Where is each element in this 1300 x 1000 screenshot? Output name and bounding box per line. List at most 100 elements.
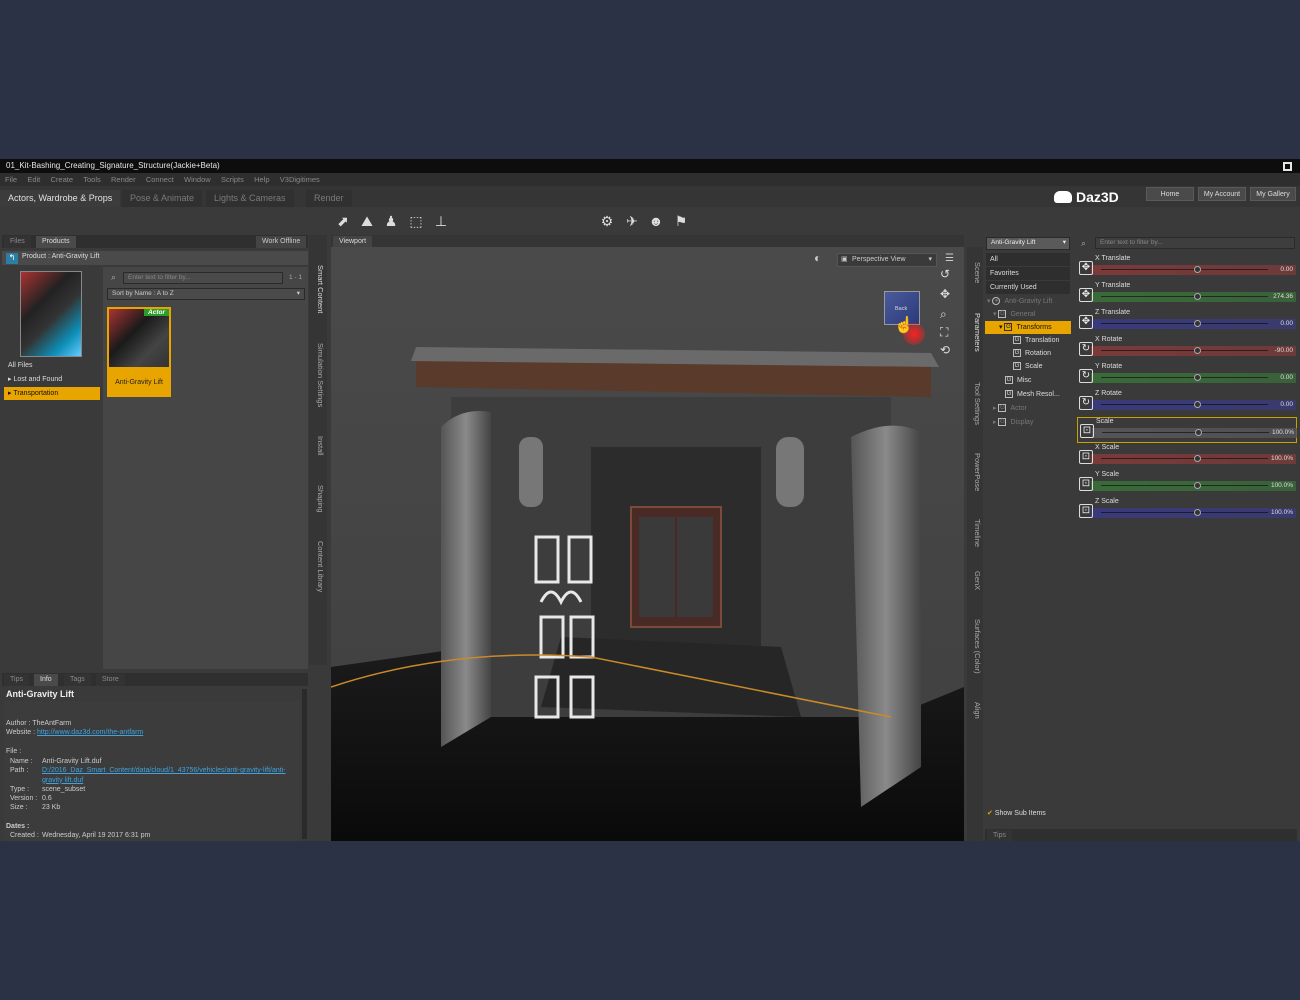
category-all-files[interactable]: All Files: [4, 359, 100, 372]
param-value[interactable]: 100.0%: [1271, 454, 1293, 464]
website-link[interactable]: http://www.daz3d.com/the-antfarm: [37, 729, 143, 736]
tab-timeline[interactable]: Timeline: [968, 513, 982, 553]
tab-tips-right[interactable]: Tips: [987, 830, 1012, 841]
param-value[interactable]: 100.0%: [1271, 481, 1293, 491]
tab-info[interactable]: Info: [34, 674, 58, 686]
home-button[interactable]: Home: [1146, 187, 1194, 201]
category-transportation[interactable]: ▸ Transportation: [4, 387, 100, 400]
param-slider[interactable]: 100.0%: [1092, 428, 1297, 438]
param-slider[interactable]: 100.0%: [1091, 508, 1296, 518]
menu-edit[interactable]: Edit: [27, 175, 40, 184]
param-x-translate[interactable]: X Translate 0.00 ✥: [1077, 255, 1297, 281]
tab-simulation-settings[interactable]: Simulation Settings: [311, 335, 325, 415]
filter-favorites[interactable]: Favorites: [986, 267, 1070, 280]
path-link[interactable]: D:/2016_Daz_Smart_Content/data/cloud/1_4…: [42, 766, 300, 785]
product-thumbnail[interactable]: [20, 271, 82, 357]
tree-node-scale[interactable]: G Scale: [1013, 360, 1043, 373]
slider-knob[interactable]: [1194, 266, 1201, 273]
tree-node-actor[interactable]: ▸ G Actor: [993, 402, 1027, 415]
tree-node-root[interactable]: ▾ ● Anti-Gravity Lift: [987, 295, 1052, 308]
param-slider[interactable]: 100.0%: [1091, 481, 1296, 491]
filter-all[interactable]: All: [986, 253, 1070, 266]
param-value[interactable]: -90.00: [1275, 346, 1293, 356]
tree-node-translation[interactable]: G Translation: [1013, 334, 1059, 347]
slider-knob[interactable]: [1194, 293, 1201, 300]
category-lost-and-found[interactable]: ▸ Lost and Found: [4, 373, 100, 386]
tab-content-library[interactable]: Content Library: [311, 535, 325, 599]
param-slider[interactable]: 100.0%: [1091, 454, 1296, 464]
slider-knob[interactable]: [1194, 347, 1201, 354]
param-slider[interactable]: 0.00: [1091, 373, 1296, 383]
param-slider[interactable]: 274.36: [1091, 292, 1296, 302]
param-value[interactable]: 0.00: [1280, 373, 1293, 383]
param-y-rotate[interactable]: Y Rotate 0.00 ↻: [1077, 363, 1297, 389]
filter-input[interactable]: Enter text to filter by...: [123, 272, 283, 284]
param-value[interactable]: 0.00: [1280, 400, 1293, 410]
render-camera-icon[interactable]: ⚑: [672, 212, 690, 230]
menu-file[interactable]: File: [5, 175, 17, 184]
orbit-icon[interactable]: ↺: [940, 267, 950, 281]
params-filter-input[interactable]: Enter text to filter by...: [1095, 237, 1295, 249]
tree-node-general[interactable]: ▾ G General: [993, 308, 1035, 321]
slider-knob[interactable]: [1194, 374, 1201, 381]
param-x-rotate[interactable]: X Rotate -90.00 ↻: [1077, 336, 1297, 362]
menu-tools[interactable]: Tools: [83, 175, 101, 184]
slider-knob[interactable]: [1194, 482, 1201, 489]
param-z-scale[interactable]: Z Scale 100.0% ⊡: [1077, 498, 1297, 524]
spot-render-icon[interactable]: ✈: [623, 212, 641, 230]
param-z-rotate[interactable]: Z Rotate 0.00 ↻: [1077, 390, 1297, 416]
my-gallery-button[interactable]: My Gallery: [1250, 187, 1296, 201]
universal-tool-icon[interactable]: ⛰: [358, 212, 376, 230]
param-x-scale[interactable]: X Scale 100.0% ⊡: [1077, 444, 1297, 470]
menu-render[interactable]: Render: [111, 175, 136, 184]
tab-pose-animate[interactable]: Pose & Animate: [122, 190, 203, 207]
back-arrow-icon[interactable]: ↰: [6, 253, 18, 264]
slider-knob[interactable]: [1195, 429, 1202, 436]
tab-powerpose[interactable]: PowerPose: [968, 447, 982, 497]
param-y-translate[interactable]: Y Translate 274.36 ✥: [1077, 282, 1297, 308]
menu-v3digitimes[interactable]: V3Digitimes: [280, 175, 320, 184]
show-sub-items-checkbox[interactable]: ✔ Show Sub Items: [987, 809, 1046, 817]
zoom-icon[interactable]: ⌕: [940, 307, 947, 322]
tab-genx[interactable]: GenX: [968, 569, 982, 593]
param-slider[interactable]: 0.00: [1091, 265, 1296, 275]
menu-connect[interactable]: Connect: [146, 175, 174, 184]
tab-lights-cameras[interactable]: Lights & Cameras: [206, 190, 294, 207]
menu-scripts[interactable]: Scripts: [221, 175, 244, 184]
slider-knob[interactable]: [1194, 509, 1201, 516]
node-selector[interactable]: Anti-Gravity Lift ▾: [986, 237, 1070, 250]
tab-scene[interactable]: Scene: [968, 255, 982, 291]
tree-node-rotation[interactable]: G Rotation: [1013, 347, 1051, 360]
tab-tags[interactable]: Tags: [64, 674, 91, 686]
tab-tool-settings[interactable]: Tool Settings: [968, 373, 982, 433]
param-y-scale[interactable]: Y Scale 100.0% ⊡: [1077, 471, 1297, 497]
tab-shaping[interactable]: Shaping: [311, 479, 325, 519]
viewport-3d[interactable]: ◐ ▣ Perspective View ▾ ☰ Back ☝: [331, 247, 964, 841]
param-slider[interactable]: 0.00: [1091, 400, 1296, 410]
slider-knob[interactable]: [1194, 320, 1201, 327]
work-offline-button[interactable]: Work Offline: [256, 236, 307, 248]
viewport-menu-icon[interactable]: ☰: [945, 253, 954, 264]
tab-actors-wardrobe-props[interactable]: Actors, Wardrobe & Props: [0, 190, 121, 207]
menu-window[interactable]: Window: [184, 175, 211, 184]
tab-store[interactable]: Store: [96, 674, 125, 686]
product-item[interactable]: Actor Anti-Gravity Lift: [107, 307, 171, 397]
menu-help[interactable]: Help: [254, 175, 269, 184]
info-scrollbar[interactable]: [302, 689, 307, 839]
frame-icon[interactable]: ⛶: [940, 325, 948, 340]
tab-files[interactable]: Files: [4, 236, 31, 248]
tab-align[interactable]: Align: [968, 695, 982, 725]
active-pose-icon[interactable]: ♟: [382, 212, 400, 230]
tab-tips[interactable]: Tips: [4, 674, 29, 686]
slider-knob[interactable]: [1194, 401, 1201, 408]
my-account-button[interactable]: My Account: [1198, 187, 1246, 201]
node-selection-icon[interactable]: ⬈: [334, 212, 352, 230]
camera-dropdown[interactable]: ▣ Perspective View ▾: [837, 253, 937, 267]
tab-surfaces[interactable]: Surfaces (Color): [968, 611, 982, 681]
param-value[interactable]: 100.0%: [1271, 508, 1293, 518]
param-value[interactable]: 0.00: [1280, 265, 1293, 275]
reset-view-icon[interactable]: ⟲: [940, 343, 950, 357]
pan-icon[interactable]: ✥: [940, 287, 950, 301]
param-z-translate[interactable]: Z Translate 0.00 ✥: [1077, 309, 1297, 335]
sort-dropdown[interactable]: Sort by Name : A to Z ▾: [107, 288, 305, 300]
